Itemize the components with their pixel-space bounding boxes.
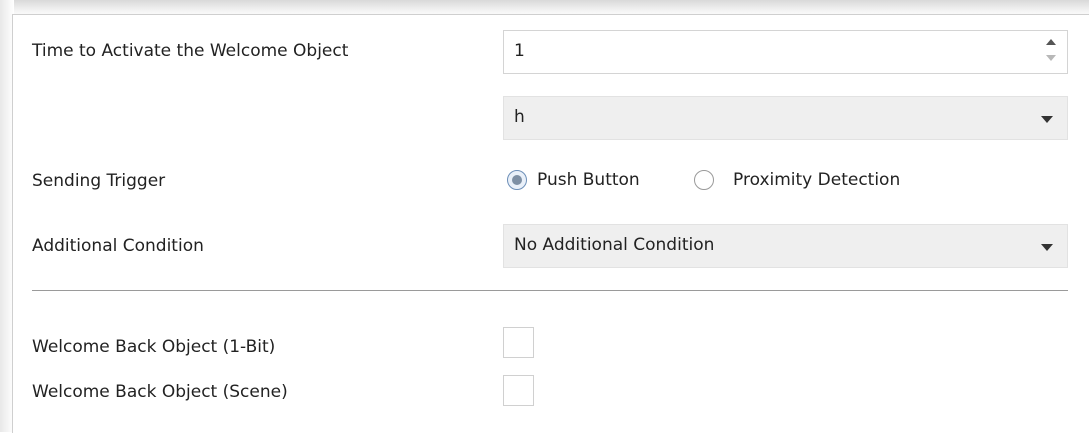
welcome-back-scene-label: Welcome Back Object (Scene) [32,382,288,402]
push-button-radio[interactable] [507,170,527,190]
time-unit-value: h [514,107,525,127]
dropdown-caret-icon [1041,116,1053,123]
time-to-activate-input[interactable]: 1 [503,30,1068,74]
welcome-back-1bit-label: Welcome Back Object (1-Bit) [32,337,276,357]
section-divider [32,290,1068,291]
spin-control[interactable] [1046,37,1058,67]
proximity-detection-label[interactable]: Proximity Detection [733,170,900,190]
additional-condition-value: No Additional Condition [514,235,715,255]
proximity-detection-radio[interactable] [694,170,714,190]
spin-up-icon[interactable] [1046,39,1056,45]
push-button-label[interactable]: Push Button [537,170,640,190]
spin-down-icon[interactable] [1046,55,1056,61]
time-unit-select[interactable]: h [503,96,1068,140]
welcome-back-1bit-checkbox[interactable] [503,327,534,358]
dropdown-caret-icon [1041,244,1053,251]
time-to-activate-label: Time to Activate the Welcome Object [32,41,349,61]
time-to-activate-value: 1 [514,41,525,61]
additional-condition-label: Additional Condition [32,236,204,256]
radio-dot-icon [512,175,522,185]
sending-trigger-label: Sending Trigger [32,171,166,191]
additional-condition-select[interactable]: No Additional Condition [503,224,1068,268]
welcome-back-scene-checkbox[interactable] [503,375,534,406]
